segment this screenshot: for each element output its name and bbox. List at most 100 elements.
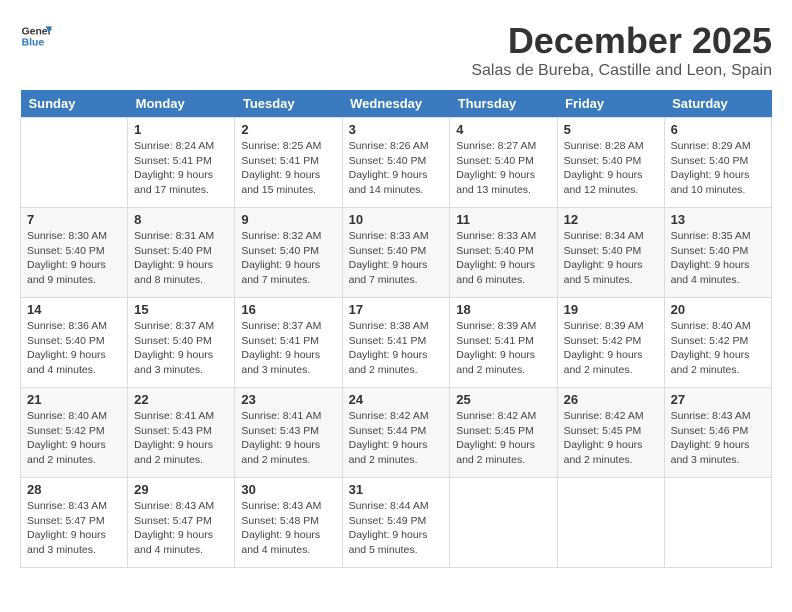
day-info: Sunrise: 8:36 AMSunset: 5:40 PMDaylight:… [27, 319, 121, 378]
day-number: 17 [349, 302, 444, 317]
day-number: 1 [134, 122, 228, 137]
weekday-header: Thursday [450, 90, 557, 118]
month-title: December 2025 [471, 20, 772, 62]
weekday-header: Monday [128, 90, 235, 118]
day-info: Sunrise: 8:41 AMSunset: 5:43 PMDaylight:… [134, 409, 228, 468]
day-info: Sunrise: 8:24 AMSunset: 5:41 PMDaylight:… [134, 139, 228, 198]
day-info: Sunrise: 8:35 AMSunset: 5:40 PMDaylight:… [671, 229, 765, 288]
day-number: 3 [349, 122, 444, 137]
calendar-cell: 24Sunrise: 8:42 AMSunset: 5:44 PMDayligh… [342, 388, 450, 478]
day-info: Sunrise: 8:44 AMSunset: 5:49 PMDaylight:… [349, 499, 444, 558]
day-info: Sunrise: 8:43 AMSunset: 5:46 PMDaylight:… [671, 409, 765, 468]
calendar-week-row: 28 Sunrise: 8:43 AMSunset: 5:47 PMDayligh… [21, 478, 772, 568]
calendar-cell: 13Sunrise: 8:35 AMSunset: 5:40 PMDayligh… [664, 208, 771, 298]
day-info: Sunrise: 8:37 AMSunset: 5:40 PMDaylight:… [134, 319, 228, 378]
location-title: Salas de Bureba, Castille and Leon, Spai… [471, 62, 772, 80]
day-number: 15 [134, 302, 228, 317]
day-info: Sunrise: 8:39 AMSunset: 5:41 PMDaylight:… [456, 319, 550, 378]
day-number: 18 [456, 302, 550, 317]
day-number: 29 [134, 482, 228, 497]
day-info: Sunrise: 8:33 AMSunset: 5:40 PMDaylight:… [349, 229, 444, 288]
logo-icon: General Blue [20, 20, 52, 52]
calendar-cell: 29 Sunrise: 8:43 AMSunset: 5:47 PMDayligh… [128, 478, 235, 568]
calendar-table: SundayMondayTuesdayWednesdayThursdayFrid… [20, 90, 772, 568]
logo: General Blue [20, 20, 52, 52]
calendar-cell: 8 Sunrise: 8:31 AMSunset: 5:40 PMDaylight… [128, 208, 235, 298]
calendar-cell: 31 Sunrise: 8:44 AMSunset: 5:49 PMDayligh… [342, 478, 450, 568]
day-info: Sunrise: 8:39 AMSunset: 5:42 PMDaylight:… [564, 319, 658, 378]
day-number: 7 [27, 212, 121, 227]
weekday-header: Saturday [664, 90, 771, 118]
calendar-week-row: 21Sunrise: 8:40 AMSunset: 5:42 PMDayligh… [21, 388, 772, 478]
day-number: 26 [564, 392, 658, 407]
day-info: Sunrise: 8:33 AMSunset: 5:40 PMDaylight:… [456, 229, 550, 288]
day-info: Sunrise: 8:31 AMSunset: 5:40 PMDaylight:… [134, 229, 228, 288]
svg-text:Blue: Blue [22, 38, 45, 49]
day-number: 14 [27, 302, 121, 317]
day-info: Sunrise: 8:40 AMSunset: 5:42 PMDaylight:… [27, 409, 121, 468]
calendar-cell [450, 478, 557, 568]
calendar-cell: 9 Sunrise: 8:32 AMSunset: 5:40 PMDaylight… [235, 208, 342, 298]
day-number: 28 [27, 482, 121, 497]
day-info: Sunrise: 8:38 AMSunset: 5:41 PMDaylight:… [349, 319, 444, 378]
day-info: Sunrise: 8:43 AMSunset: 5:48 PMDaylight:… [241, 499, 335, 558]
day-number: 4 [456, 122, 550, 137]
calendar-cell: 30Sunrise: 8:43 AMSunset: 5:48 PMDayligh… [235, 478, 342, 568]
day-info: Sunrise: 8:43 AMSunset: 5:47 PMDaylight:… [134, 499, 228, 558]
calendar-cell [21, 118, 128, 208]
calendar-cell: 5Sunrise: 8:28 AMSunset: 5:40 PMDaylight… [557, 118, 664, 208]
calendar-cell: 4 Sunrise: 8:27 AMSunset: 5:40 PMDaylight… [450, 118, 557, 208]
calendar-cell: 17 Sunrise: 8:38 AMSunset: 5:41 PMDayligh… [342, 298, 450, 388]
calendar-cell: 18 Sunrise: 8:39 AMSunset: 5:41 PMDayligh… [450, 298, 557, 388]
calendar-cell: 2 Sunrise: 8:25 AMSunset: 5:41 PMDaylight… [235, 118, 342, 208]
day-info: Sunrise: 8:29 AMSunset: 5:40 PMDaylight:… [671, 139, 765, 198]
day-number: 9 [241, 212, 335, 227]
calendar-cell: 26Sunrise: 8:42 AMSunset: 5:45 PMDayligh… [557, 388, 664, 478]
calendar-cell: 10Sunrise: 8:33 AMSunset: 5:40 PMDayligh… [342, 208, 450, 298]
day-info: Sunrise: 8:25 AMSunset: 5:41 PMDaylight:… [241, 139, 335, 198]
day-number: 2 [241, 122, 335, 137]
day-number: 27 [671, 392, 765, 407]
day-info: Sunrise: 8:28 AMSunset: 5:40 PMDaylight:… [564, 139, 658, 198]
weekday-header: Tuesday [235, 90, 342, 118]
calendar-cell: 21Sunrise: 8:40 AMSunset: 5:42 PMDayligh… [21, 388, 128, 478]
day-number: 20 [671, 302, 765, 317]
day-info: Sunrise: 8:34 AMSunset: 5:40 PMDaylight:… [564, 229, 658, 288]
day-number: 31 [349, 482, 444, 497]
calendar-cell: 7 Sunrise: 8:30 AMSunset: 5:40 PMDaylight… [21, 208, 128, 298]
day-info: Sunrise: 8:41 AMSunset: 5:43 PMDaylight:… [241, 409, 335, 468]
title-section: December 2025 Salas de Bureba, Castille … [471, 20, 772, 80]
day-number: 16 [241, 302, 335, 317]
calendar-cell: 27 Sunrise: 8:43 AMSunset: 5:46 PMDayligh… [664, 388, 771, 478]
calendar-cell: 12 Sunrise: 8:34 AMSunset: 5:40 PMDayligh… [557, 208, 664, 298]
calendar-cell: 28Sunrise: 8:43 AMSunset: 5:47 PMDayligh… [21, 478, 128, 568]
calendar-cell: 23 Sunrise: 8:41 AMSunset: 5:43 PMDayligh… [235, 388, 342, 478]
calendar-cell: 15 Sunrise: 8:37 AMSunset: 5:40 PMDayligh… [128, 298, 235, 388]
day-info: Sunrise: 8:30 AMSunset: 5:40 PMDaylight:… [27, 229, 121, 288]
calendar-header-row: SundayMondayTuesdayWednesdayThursdayFrid… [21, 90, 772, 118]
day-info: Sunrise: 8:37 AMSunset: 5:41 PMDaylight:… [241, 319, 335, 378]
weekday-header: Sunday [21, 90, 128, 118]
calendar-cell: 14 Sunrise: 8:36 AMSunset: 5:40 PMDayligh… [21, 298, 128, 388]
day-info: Sunrise: 8:27 AMSunset: 5:40 PMDaylight:… [456, 139, 550, 198]
calendar-cell: 22Sunrise: 8:41 AMSunset: 5:43 PMDayligh… [128, 388, 235, 478]
calendar-cell: 3 Sunrise: 8:26 AMSunset: 5:40 PMDaylight… [342, 118, 450, 208]
calendar-cell: 16 Sunrise: 8:37 AMSunset: 5:41 PMDayligh… [235, 298, 342, 388]
calendar-week-row: 1 Sunrise: 8:24 AMSunset: 5:41 PMDaylight… [21, 118, 772, 208]
day-info: Sunrise: 8:26 AMSunset: 5:40 PMDaylight:… [349, 139, 444, 198]
day-info: Sunrise: 8:42 AMSunset: 5:45 PMDaylight:… [456, 409, 550, 468]
day-info: Sunrise: 8:42 AMSunset: 5:44 PMDaylight:… [349, 409, 444, 468]
calendar-cell: 6Sunrise: 8:29 AMSunset: 5:40 PMDaylight… [664, 118, 771, 208]
day-number: 23 [241, 392, 335, 407]
weekday-header: Wednesday [342, 90, 450, 118]
day-number: 12 [564, 212, 658, 227]
calendar-week-row: 7 Sunrise: 8:30 AMSunset: 5:40 PMDaylight… [21, 208, 772, 298]
day-number: 19 [564, 302, 658, 317]
calendar-week-row: 14 Sunrise: 8:36 AMSunset: 5:40 PMDayligh… [21, 298, 772, 388]
day-number: 11 [456, 212, 550, 227]
day-info: Sunrise: 8:32 AMSunset: 5:40 PMDaylight:… [241, 229, 335, 288]
day-number: 25 [456, 392, 550, 407]
page-header: General Blue December 2025 Salas de Bure… [20, 20, 772, 80]
day-number: 8 [134, 212, 228, 227]
calendar-cell: 1 Sunrise: 8:24 AMSunset: 5:41 PMDaylight… [128, 118, 235, 208]
